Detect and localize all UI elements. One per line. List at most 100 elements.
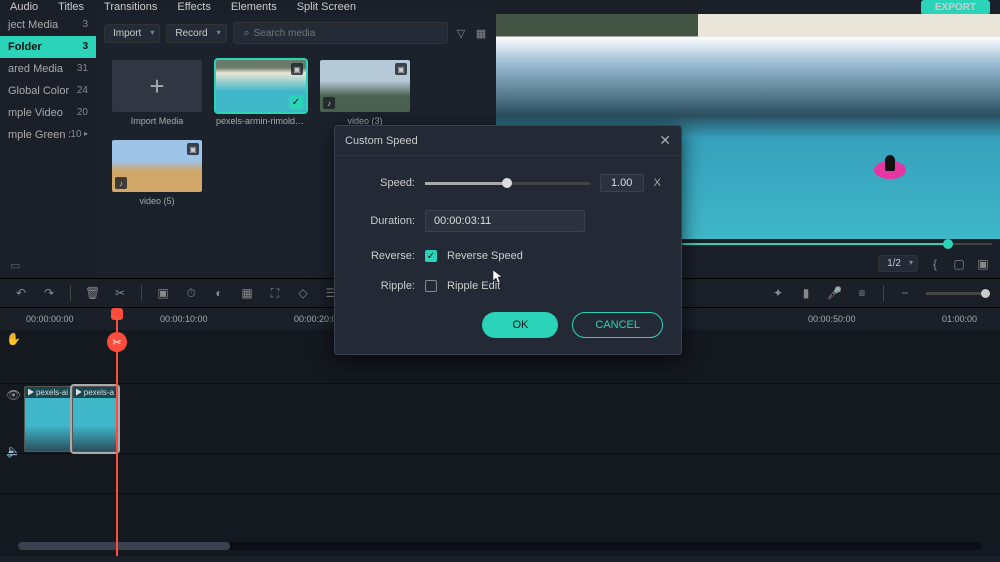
playhead[interactable]: ✂: [116, 308, 118, 556]
ripple-label: Ripple:: [355, 280, 415, 292]
menu-split-screen[interactable]: Split Screen: [297, 1, 356, 13]
sidebar-item-label: ject Media: [8, 19, 58, 31]
sidebar-item-label: ared Media: [8, 63, 63, 75]
clip-label: pexels-ai: [36, 388, 68, 397]
zoom-slider[interactable]: [926, 292, 986, 295]
speed-slider[interactable]: [425, 182, 590, 185]
render-icon[interactable]: ✦: [771, 286, 785, 300]
reverse-text: Reverse Speed: [447, 250, 523, 262]
keyframe-icon[interactable]: ◇: [296, 286, 310, 300]
media-label: Import Media: [131, 116, 184, 126]
clip-type-icon: ▣: [187, 143, 199, 155]
sidebar-item-label: mple Video: [8, 107, 63, 119]
preview-content: [870, 149, 910, 179]
clip-1[interactable]: pexels-ai: [24, 386, 72, 452]
menu-elements[interactable]: Elements: [231, 1, 277, 13]
fullscreen-icon[interactable]: ⛶: [268, 286, 282, 301]
play-icon: [76, 389, 82, 396]
voiceover-icon[interactable]: 🎤: [827, 286, 841, 300]
video-track[interactable]: pexels-ai pexels-a: [0, 384, 1000, 454]
cut-icon[interactable]: ✂: [113, 286, 127, 300]
menu-effects[interactable]: Effects: [177, 1, 210, 13]
search-box[interactable]: ⌕: [233, 22, 448, 44]
clip-audio-icon: ♪: [115, 177, 127, 189]
color-icon[interactable]: ◐: [212, 286, 226, 300]
seek-knob[interactable]: [943, 239, 953, 249]
undo-icon[interactable]: ↶: [14, 286, 28, 300]
ruler-tick: 00:00:50:00: [808, 308, 942, 330]
ruler-tick: 00:00:00:00: [26, 308, 160, 330]
zoom-out-icon[interactable]: −: [898, 286, 912, 300]
menu-titles[interactable]: Titles: [58, 1, 84, 13]
sidebar-item-folder[interactable]: Folder 3: [0, 36, 96, 58]
sidebar-item-label: Folder: [8, 41, 42, 53]
media-clip-1[interactable]: ▣ ✓ pexels-armin-rimoldi-...: [216, 60, 306, 126]
sidebar-item-global-color[interactable]: Global Color 24: [0, 80, 96, 102]
bracket-left-icon[interactable]: {: [928, 257, 942, 271]
sidebar-item-sample-video[interactable]: mple Video 20: [0, 102, 96, 124]
grid-view-icon[interactable]: ▦: [474, 26, 488, 40]
export-button[interactable]: EXPORT: [921, 0, 990, 15]
sidebar-item-count: 10: [70, 129, 81, 141]
delete-icon[interactable]: 🗑: [85, 286, 99, 300]
split-at-playhead-icon[interactable]: ✂: [107, 332, 127, 352]
ripple-checkbox[interactable]: [425, 280, 437, 292]
speed-label: Speed:: [355, 177, 415, 189]
top-menu: Audio Titles Transitions Effects Element…: [0, 0, 1000, 14]
sidebar-item-project-media[interactable]: ject Media 3: [0, 14, 96, 36]
import-dropdown[interactable]: Import: [104, 24, 160, 43]
ok-button[interactable]: OK: [482, 312, 558, 338]
sidebar: ject Media 3 Folder 3 ared Media 31 Glob…: [0, 14, 96, 278]
sidebar-item-count: 3: [82, 19, 88, 31]
chevron-right-icon: ▸: [84, 129, 88, 141]
import-media-tile[interactable]: + Import Media: [112, 60, 202, 126]
search-input[interactable]: [254, 28, 441, 39]
speed-value[interactable]: 1.00: [600, 174, 644, 192]
play-icon: [28, 389, 34, 396]
scrollbar-thumb[interactable]: [18, 542, 230, 550]
clip-type-icon: ▣: [395, 63, 407, 75]
sidebar-item-count: 24: [77, 85, 88, 97]
clip-label: pexels-a: [84, 388, 114, 397]
record-dropdown[interactable]: Record: [166, 24, 226, 43]
sidebar-item-count: 31: [77, 63, 88, 75]
filter-icon[interactable]: ▽: [454, 26, 468, 40]
media-clip-3[interactable]: ▣ ♪ video (5): [112, 140, 202, 206]
monitor-icon[interactable]: ▢: [952, 257, 966, 271]
ripple-text: Ripple Edit: [447, 280, 500, 292]
crop-icon[interactable]: ▣: [156, 286, 170, 300]
cancel-button[interactable]: CANCEL: [572, 312, 663, 338]
sidebar-item-green-screen[interactable]: mple Green Screen 10 ▸: [0, 124, 96, 146]
horizontal-scrollbar[interactable]: [18, 542, 982, 550]
ruler-tick: 00:00:10:00: [160, 308, 294, 330]
search-icon: ⌕: [240, 26, 254, 40]
audio-track[interactable]: [0, 454, 1000, 494]
sidebar-item-shared-media[interactable]: ared Media 31: [0, 58, 96, 80]
sidebar-item-label: Global Color: [8, 85, 69, 97]
menu-transitions[interactable]: Transitions: [104, 1, 157, 13]
playhead-handle[interactable]: [111, 308, 123, 320]
clip-audio-icon: ♪: [323, 97, 335, 109]
zoom-dropdown[interactable]: 1/2: [878, 255, 918, 272]
media-clip-2[interactable]: ▣ ♪ video (3): [320, 60, 410, 126]
slider-knob[interactable]: [502, 178, 512, 188]
reverse-label: Reverse:: [355, 250, 415, 262]
new-folder-icon[interactable]: ▭: [0, 253, 96, 278]
menu-audio[interactable]: Audio: [10, 1, 38, 13]
speed-unit: X: [654, 177, 661, 189]
media-label: video (5): [139, 196, 174, 206]
green-screen-icon[interactable]: ▦: [240, 286, 254, 300]
media-label: pexels-armin-rimoldi-...: [216, 116, 306, 126]
redo-icon[interactable]: ↷: [42, 286, 56, 300]
custom-speed-dialog: Custom Speed ✕ Speed: 1.00 X Duration: 0…: [334, 125, 682, 355]
duration-input[interactable]: 00:00:03:11: [425, 210, 585, 232]
close-icon[interactable]: ✕: [659, 132, 671, 149]
mixer-icon[interactable]: ≡: [855, 286, 869, 300]
clip-2[interactable]: pexels-a: [72, 386, 118, 452]
ruler-tick: 01:00:00: [942, 308, 1000, 330]
marker-icon[interactable]: ▮: [799, 286, 813, 300]
reverse-checkbox[interactable]: ✓: [425, 250, 437, 262]
media-toolbar: Import Record ⌕ ▽ ▦: [96, 14, 496, 52]
speed-icon[interactable]: ⏱: [184, 286, 198, 301]
snapshot-icon[interactable]: ▣: [976, 257, 990, 271]
